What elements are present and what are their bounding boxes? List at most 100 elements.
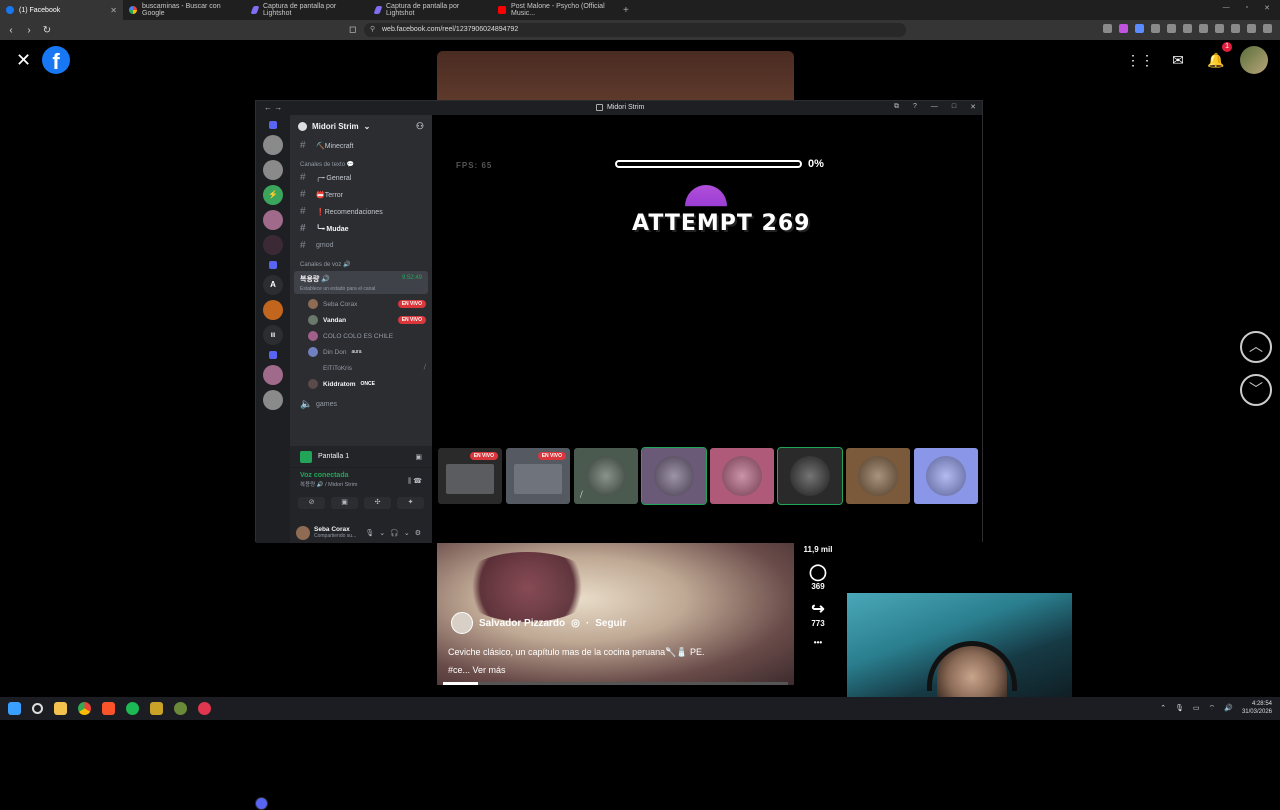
server-header[interactable]: Midori Strim ⌄ ⚇ [290,115,432,137]
stream-tile[interactable]: EN VIVO [506,448,570,504]
search-icon[interactable] [32,703,43,714]
server-icon[interactable] [263,160,283,180]
see-more-link[interactable]: Ver más [473,665,506,675]
server-icon[interactable]: ⚡ [263,185,283,205]
start-icon[interactable] [8,702,21,715]
url-bar[interactable]: ⚲ web.facebook.com/reel/1237906024894792 [364,23,906,37]
minimize-icon[interactable]: — [931,103,938,111]
server-icon[interactable]: A [263,275,283,295]
spotify-icon[interactable] [126,702,139,715]
reel-video-top[interactable] [437,51,794,101]
menu-icon[interactable] [1263,24,1272,33]
wallet-icon[interactable] [1231,24,1240,33]
reel-progress-bar[interactable] [443,682,788,685]
close-reel-button[interactable]: ✕ [16,50,31,71]
voice-user[interactable]: ElTiToKris ⧸ [290,360,432,376]
new-tab-button[interactable]: + [615,5,637,16]
stream-stage[interactable]: FPS: 65 0% ATTEMPT 269 EN VIVO EN VIVO ⧸ [432,115,982,543]
facebook-logo[interactable]: f [42,46,70,74]
tab-facebook[interactable]: (1) Facebook ✕ [0,0,123,20]
stop-share-icon[interactable]: ▣ [415,453,422,461]
participant-tile[interactable] [846,448,910,504]
chevron-up-icon[interactable]: ⌃ [1160,704,1166,712]
soundboard-icon[interactable]: ✦ [397,497,424,509]
notifications-icon[interactable]: 🔔 1 [1202,42,1232,74]
voice-user[interactable]: COLO COLO ES CHILE [290,328,432,344]
share-button[interactable]: ↪ 773 [800,601,836,628]
voice-connected-label[interactable]: Voz conectada [300,472,422,479]
add-member-icon[interactable]: ⚇ [416,121,424,132]
author-avatar[interactable] [451,612,473,634]
close-window-icon[interactable]: ✕ [1264,4,1270,12]
server-folder-icon[interactable] [269,261,277,269]
server-icon[interactable] [263,135,283,155]
voice-channel-active[interactable]: 복용량 🔊 9:52:49 Establece un estado para e… [294,271,428,294]
comment-button[interactable]: ◯ 369 [800,564,836,591]
close-icon[interactable]: ✕ [970,103,976,111]
tab-lightshot-1[interactable]: Captura de pantalla por Lightshot [246,0,369,20]
participant-tile[interactable] [914,448,978,504]
category-text-channels[interactable]: Canales de texto 💬 [290,154,432,169]
back-icon[interactable]: ‹ [4,25,18,36]
channel-gmod[interactable]: # gmod [290,237,432,254]
channel-minecraft[interactable]: # ⛏️Minecraft [290,137,432,154]
voice-connected-channel[interactable]: 복용량 🔊 / Midori Strim [300,480,422,488]
geometry-dash-icon[interactable] [150,702,163,715]
voice-user[interactable]: Seba Corax EN VIVO [290,296,432,312]
stream-tile[interactable]: EN VIVO [438,448,502,504]
extension-icon[interactable] [1151,24,1160,33]
menu-grid-icon[interactable]: ⋮⋮ [1126,46,1154,74]
screen-share-bar[interactable]: Pantalla 1 ▣ [290,446,432,468]
volume-icon[interactable]: 🔊 [1224,704,1233,712]
channel-games[interactable]: 🔈 games [290,396,432,413]
camera-off-icon[interactable]: ⊘ [298,497,325,509]
server-icon[interactable] [263,300,283,320]
voice-user[interactable]: Din Don aura [290,344,432,360]
file-explorer-icon[interactable] [54,702,67,715]
more-options-button[interactable]: ••• [800,638,836,647]
chrome-icon[interactable] [78,702,91,715]
participant-tile[interactable] [641,447,707,505]
server-icon[interactable] [263,365,283,385]
extension-icon[interactable] [1135,24,1144,33]
minimize-icon[interactable]: — [1223,4,1230,12]
sidebar-icon[interactable] [1215,24,1224,33]
disconnect-icon[interactable]: ⫼ ☎ [408,477,422,486]
tab-youtube[interactable]: Post Malone - Psycho (Official Music... [492,0,615,20]
extension-icon[interactable] [1103,24,1112,33]
wifi-icon[interactable]: ⌔ [1209,704,1216,713]
voice-user[interactable]: Kiddratom ONCE [290,376,432,392]
close-tab-icon[interactable]: ✕ [110,6,117,15]
tab-google-search[interactable]: buscaminas - Buscar con Google [123,0,246,20]
participant-tile[interactable] [777,447,843,505]
server-icon-active[interactable] [263,390,283,410]
share-screen-icon[interactable]: ▣ [331,497,358,509]
follow-button[interactable]: Seguir [595,618,626,629]
channel-mudae[interactable]: # ╰╼ Mudae [290,220,432,237]
server-icon[interactable] [263,210,283,230]
microphone-icon[interactable]: 🎙 [1175,704,1184,712]
channel-recomendaciones[interactable]: # ❗Recomendaciones [290,203,432,220]
user-controls[interactable]: 🎙⌄🎧⌄⚙ [365,529,426,537]
channel-general[interactable]: # ╭╼ General [290,169,432,186]
discord-icon[interactable] [255,797,268,810]
reload-icon[interactable]: ↻ [40,25,54,36]
server-folder-icon[interactable] [269,351,277,359]
avatar[interactable] [296,525,310,540]
bookmark-icon[interactable]: ◻ [349,24,356,35]
maximize-icon[interactable]: ▫ [1246,4,1248,12]
channel-terror[interactable]: # 📛Terror [290,186,432,203]
participant-tile[interactable] [710,448,774,504]
network-icon[interactable]: ▭ [1193,704,1200,712]
brave-icon[interactable] [102,702,115,715]
clock[interactable]: 4:28:54 31/03/2026 [1242,700,1272,716]
tab-lightshot-2[interactable]: Captura de pantalla por Lightshot [369,0,492,20]
profile-avatar[interactable] [1240,46,1268,74]
forward-icon[interactable]: › [22,25,36,36]
voice-channel-status-hint[interactable]: Establece un estado para el canal [300,286,422,292]
maximize-icon[interactable]: □ [952,103,956,111]
app-icon[interactable] [198,702,211,715]
site-info-icon[interactable]: ⚲ [370,25,375,33]
next-reel-button[interactable]: ﹀ [1240,374,1272,406]
extension-icon[interactable] [1167,24,1176,33]
